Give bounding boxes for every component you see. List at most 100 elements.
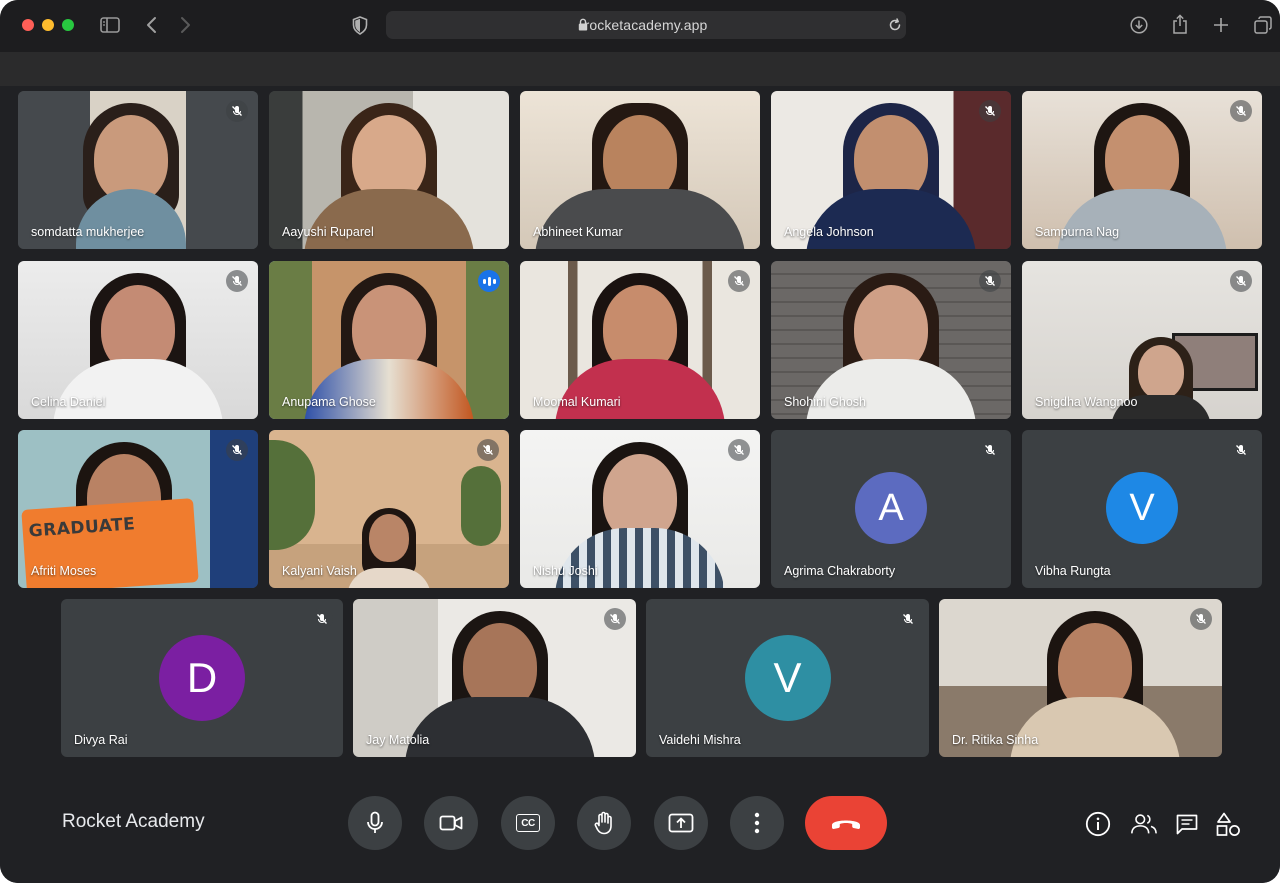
zoom-window-button[interactable] — [62, 19, 74, 31]
leave-call-button[interactable] — [805, 796, 887, 850]
mic-off-icon — [1230, 270, 1252, 292]
participant-tile[interactable]: Sampurna Nag — [1022, 91, 1262, 249]
new-tab-icon[interactable] — [1213, 17, 1229, 33]
captions-button[interactable]: CC — [501, 796, 555, 850]
meeting-info-button[interactable] — [1084, 810, 1112, 838]
people-icon — [1131, 814, 1157, 834]
mic-off-icon — [226, 270, 248, 292]
participant-name: Aayushi Ruparel — [282, 225, 374, 239]
participant-name: Shohini Ghosh — [784, 395, 867, 409]
participant-name: Celina Daniel — [31, 395, 106, 409]
participant-name: Moomal Kumari — [533, 395, 621, 409]
mic-off-icon — [226, 439, 248, 461]
participant-name: Snigdha Wangnoo — [1035, 395, 1138, 409]
participant-tile[interactable]: Dr. Ritika Sinha — [939, 599, 1222, 757]
avatar: A — [855, 472, 927, 544]
participant-tile[interactable]: V Vibha Rungta — [1022, 430, 1262, 588]
minimize-window-button[interactable] — [42, 19, 54, 31]
tab-overview-icon[interactable] — [1254, 16, 1272, 34]
privacy-shield-icon[interactable] — [352, 16, 368, 35]
participant-tile[interactable]: Jay Matolia — [353, 599, 636, 757]
activities-button[interactable] — [1214, 810, 1242, 838]
present-screen-button[interactable] — [654, 796, 708, 850]
mic-off-icon — [226, 100, 248, 122]
avatar: D — [159, 635, 245, 721]
participant-tile[interactable]: Moomal Kumari — [520, 261, 760, 419]
browser-titlebar: rocketacademy.app — [0, 0, 1280, 52]
participants-button[interactable] — [1130, 810, 1158, 838]
participant-tile-active-speaker[interactable]: Anupama Ghose — [269, 261, 509, 419]
participant-name: somdatta mukherjee — [31, 225, 145, 239]
microphone-icon — [367, 811, 383, 833]
participant-tile[interactable]: Celina Daniel — [18, 261, 258, 419]
participant-name: Kalyani Vaish — [282, 564, 357, 578]
raise-hand-button[interactable] — [577, 796, 631, 850]
participant-name: Dr. Ritika Sinha — [952, 733, 1039, 747]
mic-off-icon — [1230, 100, 1252, 122]
participant-tile[interactable]: somdatta mukherjee — [18, 91, 258, 249]
back-arrow-icon[interactable] — [146, 16, 158, 34]
participant-name: Afriti Moses — [31, 564, 97, 578]
participant-tile[interactable]: V Vaidehi Mishra — [646, 599, 929, 757]
participant-tile[interactable]: D Divya Rai — [61, 599, 343, 757]
chat-icon — [1176, 814, 1198, 835]
activities-icon — [1216, 812, 1240, 836]
url-text: rocketacademy.app — [584, 17, 708, 33]
participant-name: Nishu Joshi — [533, 564, 598, 578]
participant-name: Vibha Rungta — [1035, 564, 1111, 578]
participant-name: Agrima Chakraborty — [784, 564, 896, 578]
tab-strip — [0, 52, 1280, 86]
close-window-button[interactable] — [22, 19, 34, 31]
meeting-title: Rocket Academy — [62, 811, 205, 832]
speaking-indicator-icon — [478, 270, 500, 292]
mic-off-icon — [1230, 439, 1252, 461]
camera-icon — [439, 815, 463, 831]
mic-off-icon — [1190, 608, 1212, 630]
mic-off-icon — [728, 439, 750, 461]
tshirt-text: GRADUATE — [28, 514, 136, 542]
info-icon — [1085, 811, 1111, 837]
participant-tile[interactable]: Kalyani Vaish — [269, 430, 509, 588]
participant-tile[interactable]: Snigdha Wangnoo — [1022, 261, 1262, 419]
participant-tile[interactable]: GRADUATE Afriti Moses — [18, 430, 258, 588]
address-bar[interactable]: rocketacademy.app — [386, 11, 906, 39]
mic-off-icon — [979, 439, 1001, 461]
participant-name: Angela Johnson — [784, 225, 874, 239]
participant-name: Abhineet Kumar — [533, 225, 623, 239]
participant-name: Sampurna Nag — [1035, 225, 1120, 239]
mic-off-icon — [728, 270, 750, 292]
camera-button[interactable] — [424, 796, 478, 850]
sidebar-toggle-icon[interactable] — [100, 17, 120, 33]
downloads-icon[interactable] — [1130, 16, 1148, 34]
participant-grid: somdatta mukherjee Aayushi Ruparel Abhin… — [6, 86, 1276, 763]
microphone-button[interactable] — [348, 796, 402, 850]
closed-captions-icon: CC — [516, 814, 540, 832]
chat-button[interactable] — [1173, 810, 1201, 838]
more-vertical-icon — [754, 812, 760, 834]
participant-face — [369, 514, 409, 562]
participant-name: Jay Matolia — [366, 733, 430, 747]
participant-tile[interactable]: A Agrima Chakraborty — [771, 430, 1011, 588]
participant-name: Divya Rai — [74, 733, 128, 747]
mic-off-icon — [897, 608, 919, 630]
hand-icon — [594, 811, 612, 835]
reload-icon[interactable] — [888, 18, 902, 32]
participant-tile[interactable]: Nishu Joshi — [520, 430, 760, 588]
forward-arrow-icon[interactable] — [179, 16, 191, 34]
mic-off-icon — [477, 439, 499, 461]
more-options-button[interactable] — [730, 796, 784, 850]
mic-off-icon — [311, 608, 333, 630]
participant-name: Vaidehi Mishra — [659, 733, 741, 747]
participant-tile[interactable]: Shohini Ghosh — [771, 261, 1011, 419]
participant-tile[interactable]: Angela Johnson — [771, 91, 1011, 249]
share-icon[interactable] — [1172, 14, 1188, 34]
present-screen-icon — [668, 813, 694, 833]
meeting-controls-bar: Rocket Academy CC — [0, 763, 1280, 883]
avatar: V — [1106, 472, 1178, 544]
mic-off-icon — [604, 608, 626, 630]
participant-tile[interactable]: Aayushi Ruparel — [269, 91, 509, 249]
plant-decoration — [461, 466, 501, 546]
participant-tile[interactable]: Abhineet Kumar — [520, 91, 760, 249]
participant-name: Anupama Ghose — [282, 395, 376, 409]
participant-face — [1138, 345, 1185, 399]
